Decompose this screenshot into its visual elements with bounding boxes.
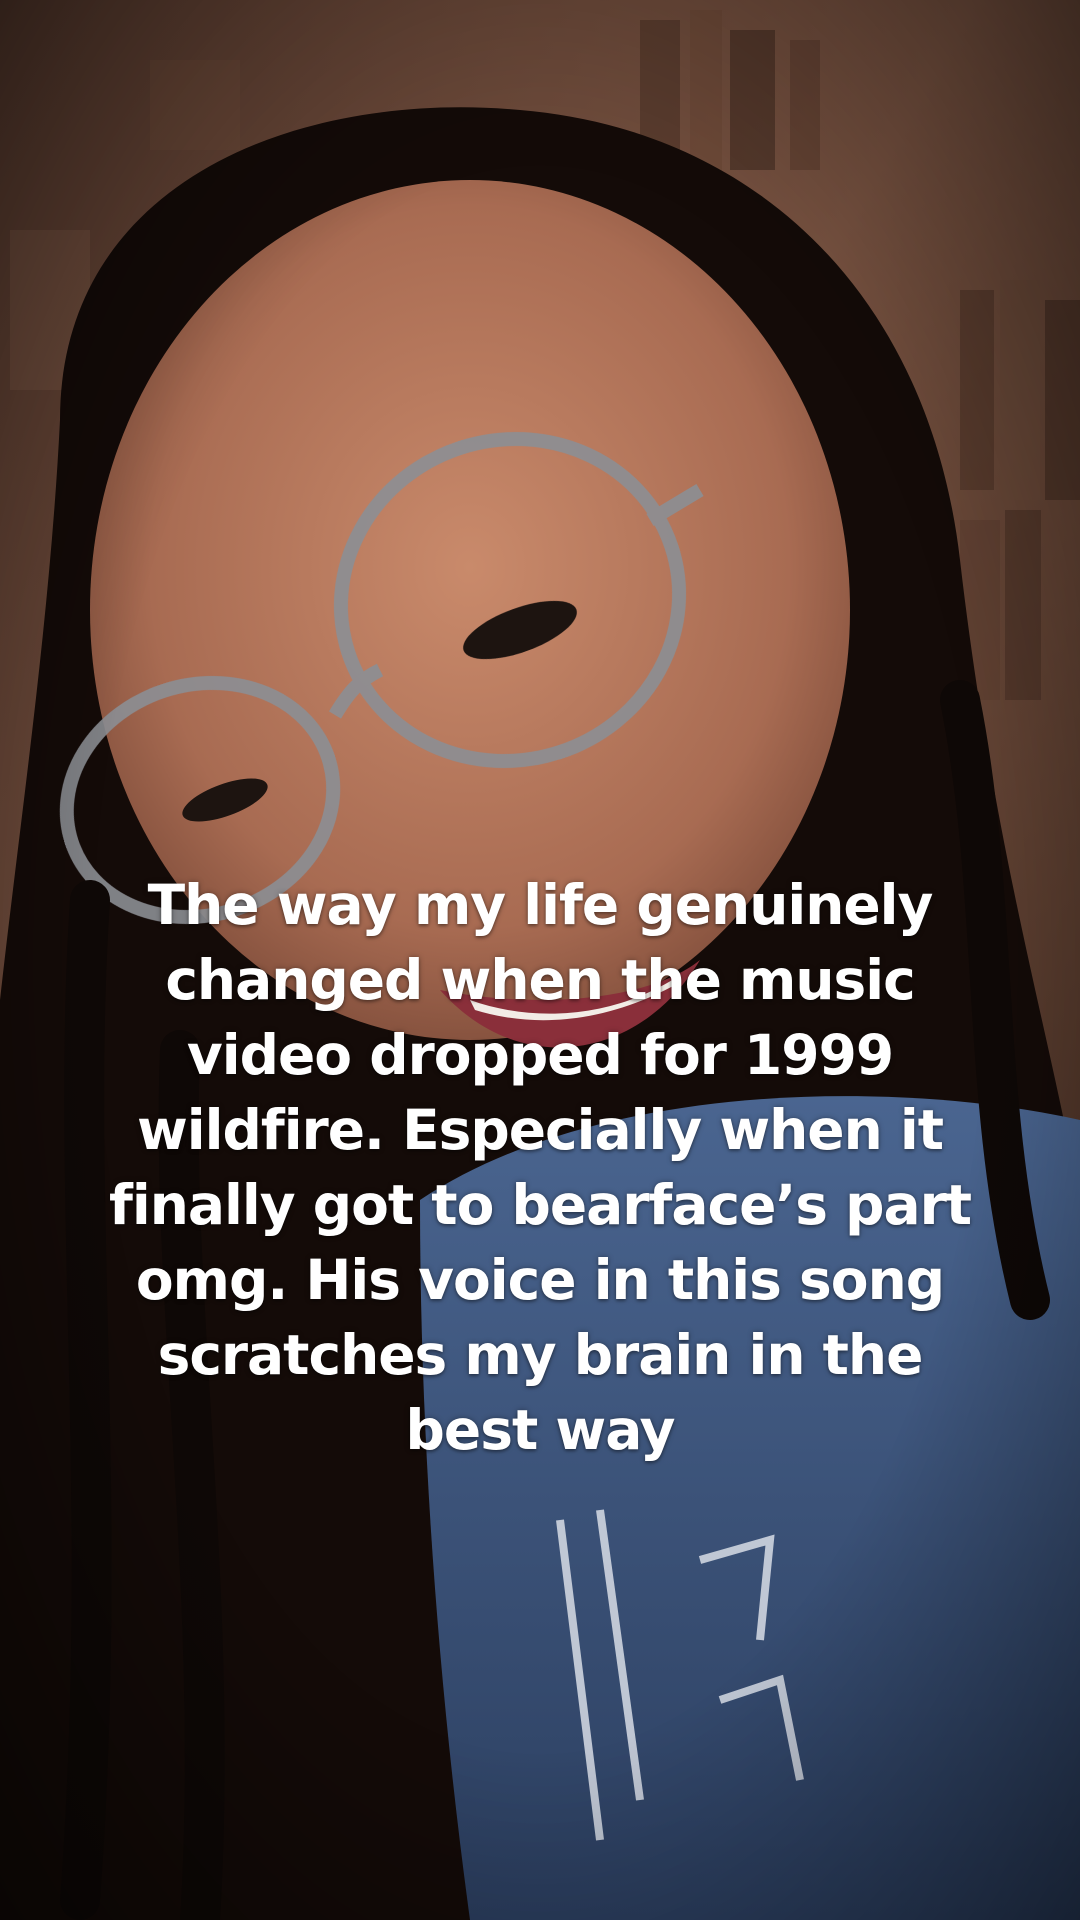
video-frame: The way my life genuinely changed when t… bbox=[0, 0, 1080, 1920]
caption-text: The way my life genuinely changed when t… bbox=[108, 873, 972, 1462]
